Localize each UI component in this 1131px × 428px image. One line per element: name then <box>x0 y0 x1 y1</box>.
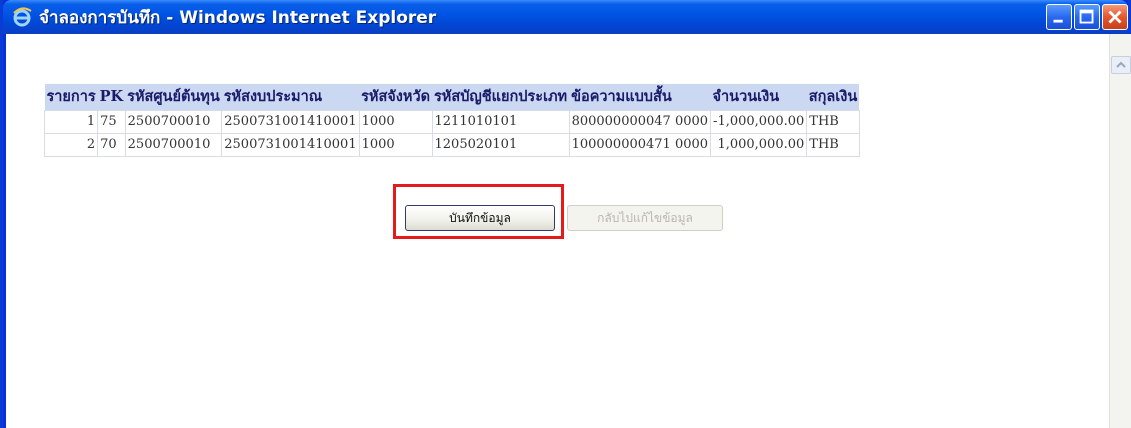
column-header: จำนวนเงิน <box>710 84 807 110</box>
table-cell: 75 <box>97 109 126 134</box>
save-button[interactable]: บันทึกข้อมูล <box>405 205 555 231</box>
column-header: รหัสงบประมาณ <box>221 84 360 110</box>
page-content: รายการ PK รหัสศูนย์ต้นทุน รหัสงบประมาณ ร… <box>6 34 1131 428</box>
table-cell: 800000000047 0000 <box>568 109 712 134</box>
minimize-icon <box>1053 19 1063 23</box>
table-cell: 1,000,000.00 <box>710 132 808 157</box>
table-cell: 1205020101 <box>431 132 570 157</box>
table-cell: 1000 <box>358 109 433 134</box>
table-cell: THB <box>806 109 860 134</box>
journal-preview-table: รายการ PK รหัสศูนย์ต้นทุน รหัสงบประมาณ ร… <box>43 84 860 157</box>
column-header: PK <box>97 84 126 110</box>
minimize-button[interactable] <box>1046 4 1072 30</box>
table-row: 2 70 2500700010 2500731001410001 1000 12… <box>43 132 860 157</box>
table-cell: -1,000,000.00 <box>710 109 808 134</box>
window-title: จำลองการบันทึก - Windows Internet Explor… <box>39 7 437 28</box>
browser-window: จำลองการบันทึก - Windows Internet Explor… <box>0 0 1131 428</box>
column-header: สกุลเงิน <box>806 84 860 110</box>
table-cell: 1211010101 <box>431 109 570 134</box>
column-header: รหัสศูนย์ต้นทุน <box>125 84 222 110</box>
table-cell: 1 <box>43 109 99 134</box>
table-cell: 1000 <box>358 132 433 157</box>
table-row: 1 75 2500700010 2500731001410001 1000 12… <box>43 109 860 134</box>
table-cell: 2500731001410001 <box>221 132 360 157</box>
title-bar[interactable]: จำลองการบันทึก - Windows Internet Explor… <box>3 0 1128 34</box>
back-to-edit-button[interactable]: กลับไปแก้ไขข้อมูล <box>567 205 723 231</box>
vertical-scrollbar[interactable] <box>1109 34 1131 428</box>
scroll-up-button[interactable] <box>1111 56 1131 74</box>
table-cell: 100000000471 0000 <box>568 132 712 157</box>
chevron-up-icon <box>1116 61 1126 68</box>
table-cell: 70 <box>97 132 126 157</box>
table-cell: 2500731001410001 <box>221 109 360 134</box>
ie-icon <box>11 6 33 28</box>
column-header: รหัสจังหวัด <box>359 84 432 110</box>
table-header-row: รายการ PK รหัสศูนย์ต้นทุน รหัสงบประมาณ ร… <box>44 84 860 110</box>
table-cell: 2500700010 <box>124 132 223 157</box>
table-cell: 2500700010 <box>124 109 223 134</box>
column-header: รหัสบัญชีแยกประเภท <box>432 84 570 110</box>
window-controls <box>1046 4 1128 30</box>
close-icon <box>1108 10 1122 24</box>
table-cell: 2 <box>43 132 99 157</box>
table-cell: THB <box>806 132 860 157</box>
column-header: ข้อความแบบสั้น <box>569 84 711 110</box>
close-button[interactable] <box>1102 4 1128 30</box>
maximize-button[interactable] <box>1074 4 1100 30</box>
column-header: รายการ <box>44 84 98 110</box>
maximize-icon <box>1079 9 1094 24</box>
